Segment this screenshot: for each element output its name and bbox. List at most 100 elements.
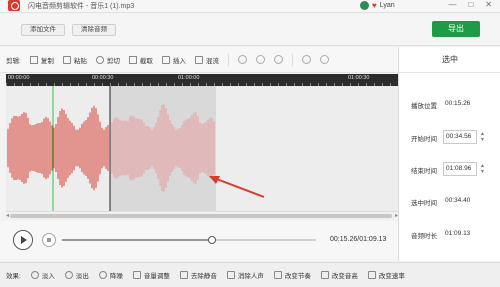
copy-icon bbox=[29, 55, 38, 64]
toolbar-divider bbox=[291, 53, 293, 66]
audio-length-value: 01:09.13 bbox=[445, 230, 471, 237]
copy-button[interactable]: 复制 bbox=[29, 55, 54, 65]
trim-button[interactable]: 截取 bbox=[128, 55, 153, 65]
progress-knob[interactable] bbox=[208, 236, 217, 244]
copy-label: 复制 bbox=[40, 57, 54, 65]
pitch-icon bbox=[320, 271, 329, 279]
player-bar: 00:15.26/01:09.13 bbox=[0, 221, 398, 259]
start-time-stepper[interactable]: ▲ ▼ bbox=[479, 131, 486, 143]
paste-icon bbox=[62, 55, 71, 64]
speed-label: 改变速率 bbox=[378, 273, 405, 280]
waveform-scrollbar[interactable]: ◂ ▸ bbox=[6, 211, 398, 220]
end-time-row: 结束时间 01:08.96 ▲ ▼ bbox=[399, 162, 500, 176]
insert-button[interactable]: 插入 bbox=[161, 55, 186, 65]
noise-reduction-icon bbox=[98, 271, 107, 279]
scissors-icon bbox=[95, 55, 104, 64]
paste-label: 粘贴 bbox=[73, 57, 87, 65]
remove-silence-label: 去除静音 bbox=[190, 273, 217, 280]
effects-bar: 效果: 淡入 淡出 降噪 音量调整 去除静音 消除人声 改变节奏 改变音高 改变… bbox=[0, 262, 500, 287]
insert-label: 插入 bbox=[172, 57, 186, 65]
noise-reduction-label: 降噪 bbox=[109, 273, 123, 280]
start-time-label: 开始时间 bbox=[411, 136, 437, 143]
mute-icon bbox=[179, 271, 188, 279]
timeline-ruler[interactable]: 00:00:00 00:00:30 01:00:00 01:00:30 bbox=[6, 74, 398, 86]
fade-out-icon bbox=[64, 271, 73, 279]
scrollbar-thumb[interactable] bbox=[10, 214, 392, 218]
effects-label: 效果: bbox=[6, 273, 21, 280]
pitch-button[interactable]: 改变音高 bbox=[320, 270, 358, 280]
remove-vocal-button[interactable]: 消除人声 bbox=[226, 270, 264, 280]
user-name[interactable]: Lyan bbox=[380, 2, 395, 9]
crop-icon bbox=[128, 55, 137, 64]
waveform[interactable] bbox=[6, 86, 398, 211]
noise-reduction-button[interactable]: 降噪 bbox=[98, 270, 123, 280]
ruler-label: 00:00:30 bbox=[92, 75, 114, 81]
selected-duration-value: 00:34.40 bbox=[445, 197, 471, 204]
edit-toolbar: 剪辑: 复制 粘贴 剪切 截取 插入 混流 bbox=[0, 47, 398, 73]
fade-out-label: 淡出 bbox=[75, 273, 89, 280]
export-button[interactable]: 导出 bbox=[432, 21, 480, 37]
vocal-icon bbox=[226, 271, 235, 279]
fade-in-button[interactable]: 淡入 bbox=[30, 270, 55, 280]
stop-button[interactable] bbox=[42, 233, 56, 247]
ruler-label: 00:00:00 bbox=[8, 75, 30, 81]
end-time-stepper[interactable]: ▲ ▼ bbox=[479, 163, 486, 175]
fade-in-icon bbox=[30, 271, 39, 279]
audio-length-row: 音频时长 01:09.13 bbox=[399, 227, 500, 241]
selected-duration-row: 选中时间 00:34.40 bbox=[399, 194, 500, 208]
ruler-label: 01:00:30 bbox=[348, 75, 370, 81]
end-time-input[interactable]: 01:08.96 bbox=[443, 162, 477, 176]
avatar[interactable] bbox=[360, 1, 369, 10]
fade-in-label: 淡入 bbox=[41, 273, 55, 280]
redo-icon[interactable] bbox=[273, 55, 283, 64]
user-area[interactable]: ♥ Lyan bbox=[360, 1, 395, 10]
tempo-button[interactable]: 改变节奏 bbox=[273, 270, 311, 280]
undo-icon[interactable] bbox=[255, 55, 265, 64]
remove-silence-button[interactable]: 去除静音 bbox=[179, 270, 217, 280]
add-file-button[interactable]: 添加文件 bbox=[21, 24, 65, 36]
progress-track[interactable] bbox=[62, 236, 316, 244]
minimize-button[interactable]: — bbox=[448, 0, 456, 9]
mix-label: 混流 bbox=[205, 57, 219, 65]
heart-icon: ♥ bbox=[372, 1, 377, 10]
play-position-row: 播放位置 00:15.26 bbox=[399, 97, 500, 111]
selection-panel-title: 选中 bbox=[399, 47, 500, 73]
app-window: 闪电音频剪辑软件 - 音乐1 (1).mp3 ♥ Lyan — □ ✕ 添加文件… bbox=[0, 0, 500, 287]
tempo-label: 改变节奏 bbox=[284, 273, 311, 280]
window-title: 闪电音频剪辑软件 - 音乐1 (1).mp3 bbox=[28, 3, 135, 10]
audio-length-label: 音频时长 bbox=[411, 233, 437, 240]
waveform-area[interactable] bbox=[6, 86, 398, 211]
volume-icon bbox=[132, 271, 141, 279]
paste-button[interactable]: 粘贴 bbox=[62, 55, 87, 65]
cut-label: 剪切 bbox=[106, 57, 120, 65]
play-button[interactable] bbox=[13, 230, 33, 250]
toolbar-divider bbox=[227, 53, 229, 66]
play-position-value: 00:15.26 bbox=[445, 100, 471, 107]
speed-button[interactable]: 改变速率 bbox=[367, 270, 405, 280]
scroll-left-arrow[interactable]: ◂ bbox=[6, 212, 9, 219]
zoom-in-icon[interactable] bbox=[301, 55, 311, 64]
maximize-button[interactable]: □ bbox=[468, 0, 473, 9]
clear-audio-button[interactable]: 清除音频 bbox=[72, 24, 116, 36]
play-position-label: 播放位置 bbox=[411, 103, 437, 110]
scroll-right-arrow[interactable]: ▸ bbox=[395, 212, 398, 219]
time-readout: 00:15.26/01:09.13 bbox=[330, 236, 387, 243]
close-button[interactable]: ✕ bbox=[485, 0, 492, 9]
ruler-label: 01:00:00 bbox=[178, 75, 200, 81]
fade-out-button[interactable]: 淡出 bbox=[64, 270, 89, 280]
refresh-icon[interactable] bbox=[237, 55, 247, 64]
start-time-input[interactable]: 00:34.56 bbox=[443, 130, 477, 144]
tempo-icon bbox=[273, 271, 282, 279]
mix-button[interactable]: 混流 bbox=[194, 55, 219, 65]
mix-icon bbox=[194, 55, 203, 64]
pitch-label: 改变音高 bbox=[331, 273, 358, 280]
progress-fill bbox=[62, 239, 213, 241]
end-time-label: 结束时间 bbox=[411, 168, 437, 175]
annotation-arrow bbox=[213, 177, 265, 198]
remove-vocal-label: 消除人声 bbox=[237, 273, 264, 280]
cut-button[interactable]: 剪切 bbox=[95, 55, 120, 65]
volume-button[interactable]: 音量调整 bbox=[132, 270, 170, 280]
start-time-row: 开始时间 00:34.56 ▲ ▼ bbox=[399, 130, 500, 144]
zoom-out-icon[interactable] bbox=[319, 55, 329, 64]
volume-label: 音量调整 bbox=[143, 273, 170, 280]
